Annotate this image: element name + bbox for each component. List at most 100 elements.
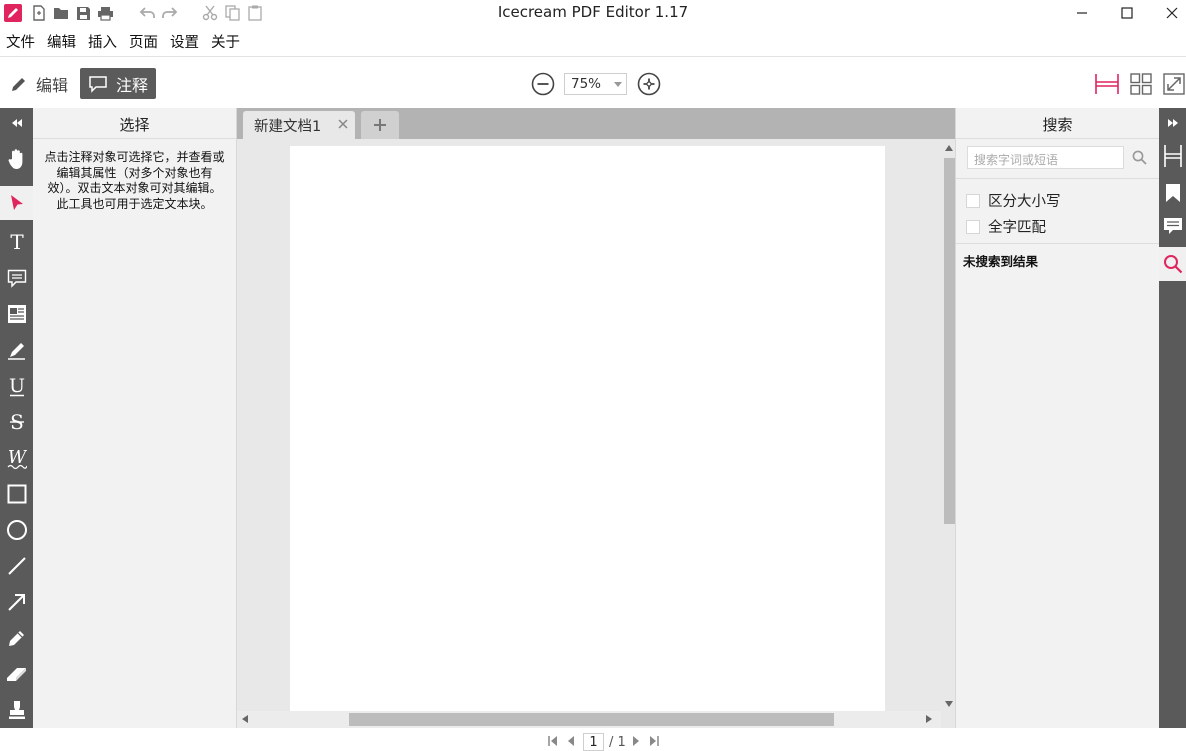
menu-page[interactable]: 页面 bbox=[123, 28, 164, 54]
rectangle-icon[interactable] bbox=[0, 477, 33, 511]
annotate-mode-button[interactable]: 注释 bbox=[80, 68, 157, 99]
multi-page-view-icon[interactable] bbox=[1130, 73, 1152, 95]
bookmark-icon[interactable] bbox=[1159, 176, 1186, 210]
tab-document[interactable]: 新建文档1 bbox=[243, 111, 355, 139]
match-case-label: 区分大小写 bbox=[988, 194, 1061, 210]
properties-panel: 选择 点击注释对象可选择它，并查看或 编辑其属性（对多个对象也有 效）。双击文本… bbox=[33, 108, 237, 728]
arrow-icon[interactable] bbox=[0, 585, 33, 619]
scroll-down-icon bbox=[945, 701, 953, 707]
pdf-page[interactable] bbox=[290, 146, 885, 711]
new-tab-button[interactable] bbox=[361, 111, 399, 139]
strikethrough-icon[interactable]: S bbox=[0, 405, 33, 439]
hand-icon[interactable] bbox=[0, 142, 33, 176]
whole-word-checkbox[interactable] bbox=[966, 219, 980, 234]
menu-file[interactable]: 文件 bbox=[0, 28, 41, 54]
panel-title: 搜索 bbox=[956, 108, 1159, 139]
single-page-view-icon[interactable] bbox=[1095, 73, 1119, 95]
search-icon[interactable] bbox=[1132, 150, 1147, 165]
new-document-icon[interactable] bbox=[29, 3, 49, 23]
scroll-right-icon bbox=[926, 715, 932, 723]
last-page-icon[interactable] bbox=[649, 736, 659, 746]
app-logo-icon bbox=[3, 3, 23, 23]
pencil-icon bbox=[10, 75, 28, 93]
match-case-option[interactable]: 区分大小写 bbox=[966, 190, 1061, 211]
tool-description-line: 编辑其属性（对多个对象也有 bbox=[56, 165, 213, 180]
right-tool-strip bbox=[1159, 108, 1186, 728]
collapse-left-panel-icon[interactable] bbox=[0, 108, 33, 138]
page-navigation: 1 / 1 bbox=[0, 728, 1186, 751]
cut-icon[interactable] bbox=[200, 3, 220, 23]
open-folder-icon[interactable] bbox=[51, 3, 71, 23]
document-area: 新建文档1 bbox=[237, 108, 955, 728]
underline-icon[interactable]: U bbox=[0, 369, 33, 403]
previous-page-icon[interactable] bbox=[567, 736, 575, 746]
edit-mode-label: 编辑 bbox=[36, 75, 69, 95]
plus-icon bbox=[374, 119, 386, 131]
vertical-scroll-thumb[interactable] bbox=[944, 158, 955, 524]
title-bar: Icecream PDF Editor 1.17 bbox=[0, 0, 1186, 28]
textbox-icon[interactable] bbox=[0, 297, 33, 331]
comment-icon[interactable] bbox=[0, 261, 33, 295]
first-page-icon[interactable] bbox=[548, 736, 558, 746]
scroll-up-icon bbox=[945, 145, 953, 151]
zoom-level-select[interactable]: 75% bbox=[564, 73, 627, 95]
main-toolbar: 编辑 注释 75% bbox=[0, 56, 1186, 108]
zoom-out-icon[interactable] bbox=[531, 72, 555, 96]
fullscreen-icon[interactable] bbox=[1163, 73, 1185, 95]
match-case-checkbox[interactable] bbox=[966, 193, 980, 208]
zoom-in-icon[interactable] bbox=[637, 72, 661, 96]
squiggly-icon[interactable]: W bbox=[0, 441, 33, 475]
tool-description: 点击注释对象可选择它，并查看或 编辑其属性（对多个对象也有 效）。双击文本对象可… bbox=[33, 139, 236, 212]
left-tool-strip: T U S W bbox=[0, 108, 33, 728]
svg-text:U: U bbox=[8, 375, 24, 397]
tool-description-line: 效）。双击文本对象可对其编辑。 bbox=[47, 181, 222, 195]
annotations-list-icon[interactable] bbox=[1159, 210, 1186, 244]
next-page-icon[interactable] bbox=[632, 736, 640, 746]
whole-word-label: 全字匹配 bbox=[988, 220, 1046, 236]
chevron-down-icon bbox=[614, 82, 622, 87]
vertical-scrollbar[interactable] bbox=[941, 141, 955, 711]
text-icon[interactable]: T bbox=[0, 225, 33, 259]
svg-text:T: T bbox=[10, 232, 24, 252]
maximize-button[interactable] bbox=[1104, 0, 1150, 26]
close-button[interactable] bbox=[1149, 0, 1186, 26]
edit-mode-button[interactable]: 编辑 bbox=[2, 68, 76, 99]
pencil-icon[interactable] bbox=[0, 621, 33, 655]
expand-icon[interactable] bbox=[1159, 108, 1186, 138]
horizontal-scrollbar[interactable] bbox=[237, 711, 941, 728]
search-input[interactable]: 搜索字词或短语 bbox=[967, 146, 1124, 169]
highlighter-icon[interactable] bbox=[0, 333, 33, 367]
line-icon[interactable] bbox=[0, 549, 33, 583]
tool-description-line: 此工具也可用于选定文本块。 bbox=[56, 196, 213, 211]
ellipse-icon[interactable] bbox=[0, 513, 33, 547]
zoom-level-value: 75% bbox=[571, 76, 602, 92]
menu-edit[interactable]: 编辑 bbox=[41, 28, 82, 54]
svg-text:W: W bbox=[7, 447, 26, 468]
minimize-button[interactable] bbox=[1059, 0, 1105, 26]
select-arrow-icon[interactable] bbox=[0, 186, 33, 220]
tool-description-line: 点击注释对象可选择它，并查看或 bbox=[44, 150, 225, 164]
panel-title: 选择 bbox=[33, 108, 236, 139]
redo-icon[interactable] bbox=[159, 3, 179, 23]
search-icon[interactable] bbox=[1159, 247, 1186, 281]
close-tab-icon[interactable] bbox=[336, 117, 350, 131]
page-thumbnails-icon[interactable] bbox=[1159, 139, 1186, 173]
page-number-input[interactable]: 1 bbox=[583, 733, 604, 751]
eraser-icon[interactable] bbox=[0, 657, 33, 691]
annotate-mode-label: 注释 bbox=[116, 75, 149, 95]
paste-icon[interactable] bbox=[245, 3, 265, 23]
copy-icon[interactable] bbox=[222, 3, 242, 23]
tab-strip: 新建文档1 bbox=[237, 108, 955, 139]
tab-label: 新建文档1 bbox=[254, 119, 322, 135]
stamp-icon[interactable] bbox=[0, 693, 33, 727]
save-icon[interactable] bbox=[73, 3, 93, 23]
undo-icon[interactable] bbox=[137, 3, 157, 23]
whole-word-option[interactable]: 全字匹配 bbox=[966, 216, 1046, 237]
menu-insert[interactable]: 插入 bbox=[82, 28, 123, 54]
divider bbox=[956, 178, 1160, 179]
menu-settings[interactable]: 设置 bbox=[164, 28, 205, 54]
search-results-status: 未搜索到结果 bbox=[963, 254, 1039, 269]
horizontal-scroll-thumb[interactable] bbox=[349, 713, 834, 726]
menu-about[interactable]: 关于 bbox=[205, 28, 246, 54]
print-icon[interactable] bbox=[95, 3, 115, 23]
